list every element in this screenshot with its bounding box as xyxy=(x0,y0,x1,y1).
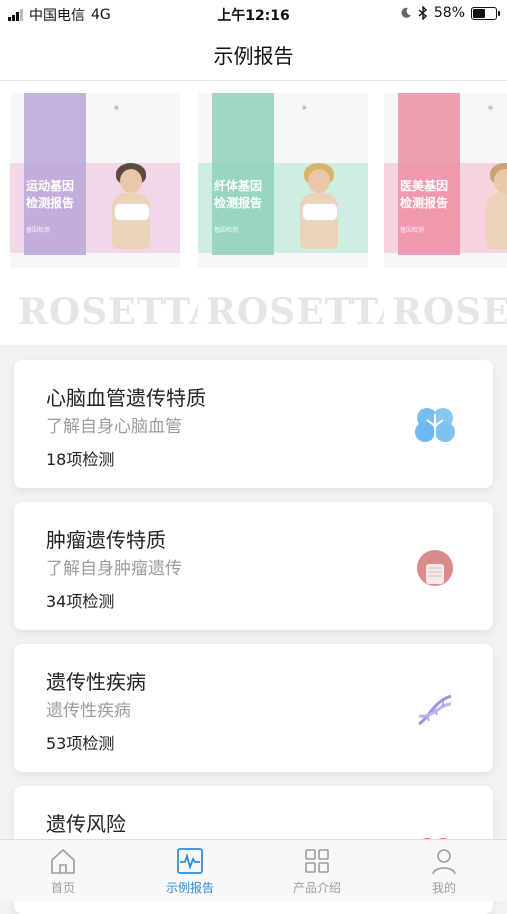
status-right: 58% xyxy=(400,5,500,21)
tab-label: 产品介绍 xyxy=(292,881,341,895)
tab-sample-report[interactable]: 示例报告 xyxy=(127,846,253,896)
category-subtitle: 遗传性疾病 xyxy=(46,701,131,721)
brain-icon xyxy=(415,408,455,442)
banner-title-line1: 医美基因 xyxy=(400,179,449,193)
banner-subtitle: 基因检测 xyxy=(400,227,425,234)
category-card-genetic-disease[interactable]: 遗传性疾病 遗传性疾病 53项检测 xyxy=(14,644,493,772)
banner-watermark: ROSETTA xyxy=(392,291,507,333)
category-count: 34项检测 xyxy=(46,592,115,611)
category-count: 53项检测 xyxy=(46,734,115,753)
banner-title-line2: 检测报告 xyxy=(26,196,75,210)
tumor-icon xyxy=(417,550,453,586)
banner-title-line1: 运动基因 xyxy=(26,179,75,193)
tab-label: 首页 xyxy=(50,881,75,895)
banner-slimming-report[interactable]: ▣ 纤体基因 检测报告 基因检测 ROSETTA xyxy=(198,93,405,343)
tab-products[interactable]: 产品介绍 xyxy=(254,846,380,896)
tab-label: 我的 xyxy=(431,881,456,895)
home-icon xyxy=(51,848,75,874)
banner-title-line1: 纤体基因 xyxy=(214,179,263,193)
category-subtitle: 了解自身肿瘤遗传 xyxy=(46,559,182,579)
banner-watermark: ROSETTA xyxy=(18,291,218,333)
model-photo xyxy=(480,163,507,251)
page-title: 示例报告 xyxy=(213,44,294,68)
category-subtitle: 了解自身心脑血管 xyxy=(46,417,182,437)
banner-subtitle: 基因检测 xyxy=(214,227,239,234)
category-count: 18项检测 xyxy=(46,450,115,469)
nav-bar: 示例报告 xyxy=(0,28,507,81)
category-title: 遗传风险 xyxy=(46,812,126,836)
category-title: 肿瘤遗传特质 xyxy=(46,528,166,552)
report-banner-carousel[interactable]: ▣ 运动基因 检测报告 基因检测 ROSETTA ▣ 纤体基因 检测报告 基因检… xyxy=(0,81,507,345)
banner-title-line2: 检测报告 xyxy=(400,196,449,210)
bluetooth-icon xyxy=(418,6,427,20)
status-bar: 中国电信 4G 上午12:16 58% xyxy=(0,0,507,28)
category-title: 遗传性疾病 xyxy=(46,670,146,694)
banner-logo-icon: ▣ xyxy=(114,105,119,111)
category-title: 心脑血管遗传特质 xyxy=(46,386,206,410)
tab-bar: 首页 示例报告 产品介绍 我的 xyxy=(0,839,507,901)
banner-beauty-report[interactable]: ▣ 医美基因 检测报告 基因检测 ROSETTA xyxy=(384,93,507,343)
banner-title-line2: 检测报告 xyxy=(214,196,263,210)
banner-subtitle: 基因检测 xyxy=(26,227,51,234)
banner-sports-report[interactable]: ▣ 运动基因 检测报告 基因检测 ROSETTA xyxy=(10,93,217,343)
model-photo xyxy=(106,163,158,251)
category-card-cardiovascular[interactable]: 心脑血管遗传特质 了解自身心脑血管 18项检测 xyxy=(14,360,493,488)
banner-watermark: ROSETTA xyxy=(206,291,406,333)
category-card-tumor[interactable]: 肿瘤遗传特质 了解自身肿瘤遗传 34项检测 xyxy=(14,502,493,630)
profile-icon xyxy=(432,849,456,875)
banner-logo-icon: ▣ xyxy=(302,105,307,111)
battery-percent: 58% xyxy=(433,5,465,21)
tab-profile[interactable]: 我的 xyxy=(381,846,507,896)
tab-home[interactable]: 首页 xyxy=(0,846,126,896)
moon-icon xyxy=(401,7,411,18)
model-photo xyxy=(294,163,346,251)
tab-label: 示例报告 xyxy=(165,881,214,895)
grid-icon xyxy=(305,849,329,873)
battery-icon xyxy=(471,6,500,20)
banner-logo-icon: ▣ xyxy=(488,105,493,111)
report-icon xyxy=(177,848,203,874)
dna-icon xyxy=(418,694,452,726)
